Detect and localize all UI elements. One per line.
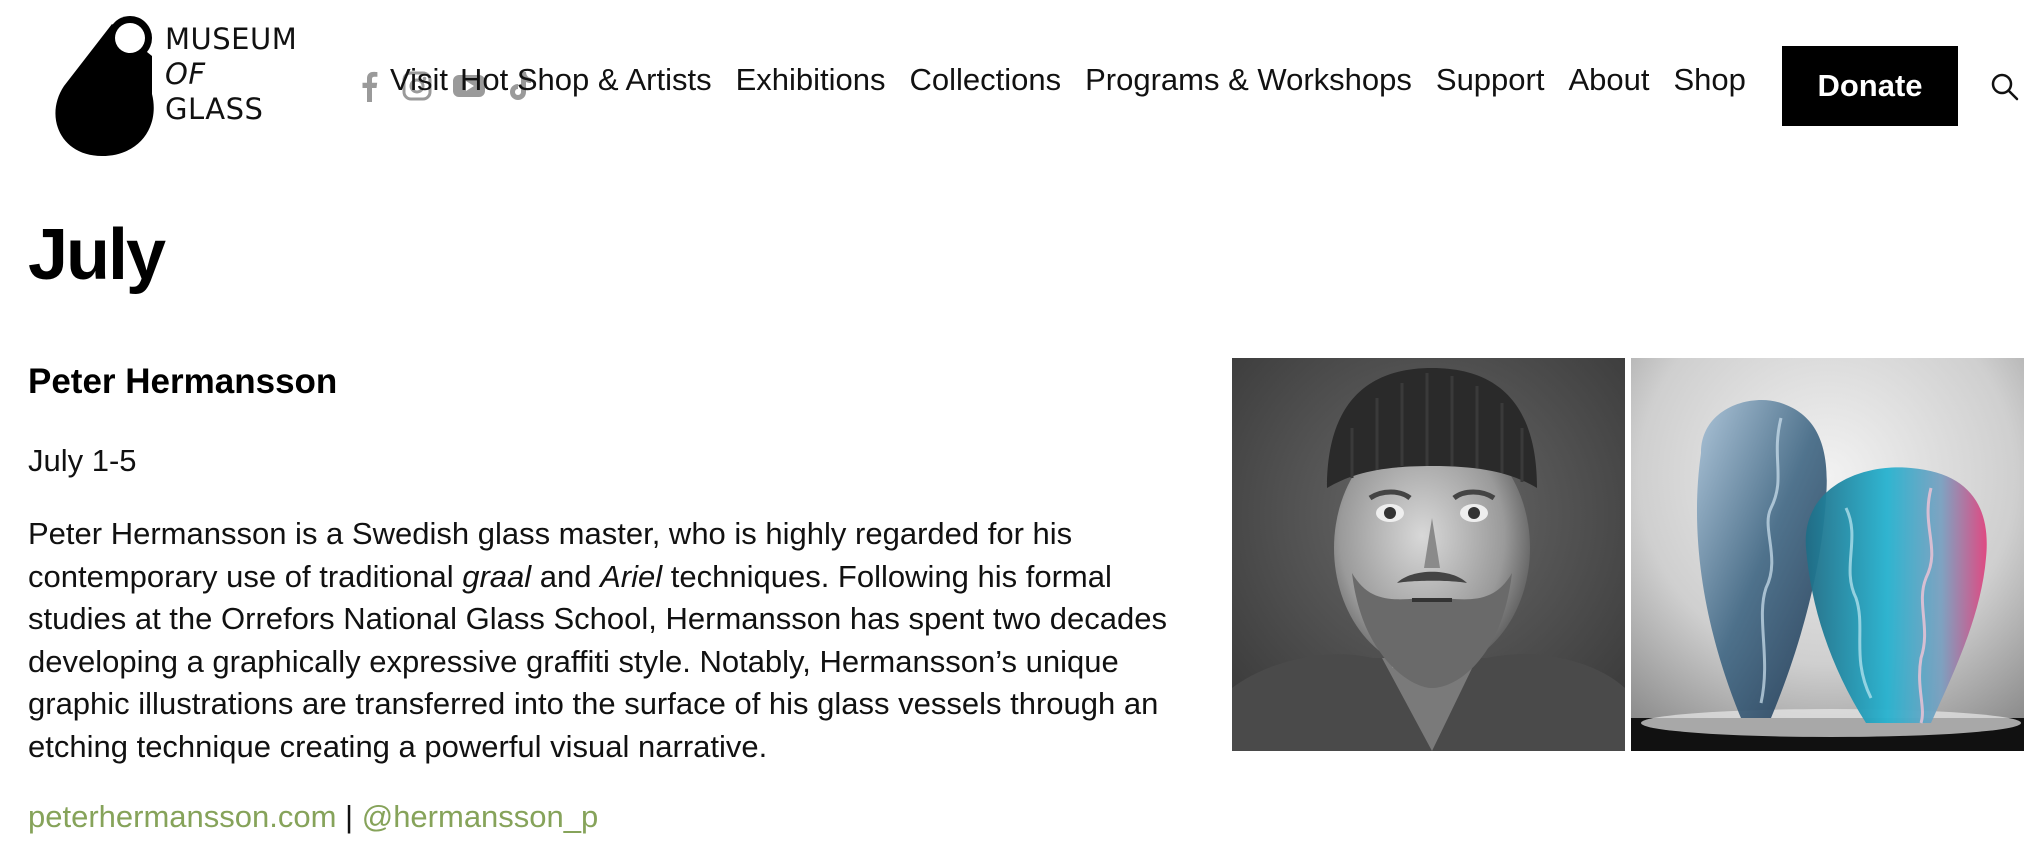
main-nav: Visit Hot Shop & Artists Exhibitions Col… xyxy=(390,62,1770,98)
nav-item-programs-workshops[interactable]: Programs & Workshops xyxy=(1085,62,1412,98)
page-title: July xyxy=(28,215,166,295)
nav-item-visit[interactable]: Visit xyxy=(390,62,448,98)
bio-text-2: and xyxy=(531,558,601,594)
artist-name: Peter Hermansson xyxy=(28,362,338,401)
nav-item-hot-shop-artists[interactable]: Hot Shop & Artists xyxy=(460,62,712,98)
artist-links: peterhermansson.com | @hermansson_p xyxy=(28,799,598,835)
nav-item-about[interactable]: About xyxy=(1568,62,1649,98)
site-header: MUSEUM OF GLASS Visit Hot Shop & Artists… xyxy=(0,0,2038,175)
logo-wordmark: MUSEUM OF GLASS xyxy=(165,22,297,127)
bio-term-ariel: Ariel xyxy=(600,558,663,594)
glass-artwork-image xyxy=(1631,358,2024,751)
link-separator: | xyxy=(336,799,362,834)
facebook-icon[interactable] xyxy=(352,66,386,106)
logo-line-glass: GLASS xyxy=(165,92,264,126)
glass-drop-logo-icon xyxy=(55,16,154,156)
donate-button[interactable]: Donate xyxy=(1782,46,1958,126)
logo-line-museum: MUSEUM xyxy=(165,22,298,56)
logo-line-of: OF xyxy=(165,57,206,91)
artist-bio: Peter Hermansson is a Swedish glass mast… xyxy=(28,513,1198,768)
nav-item-collections[interactable]: Collections xyxy=(910,62,1062,98)
nav-item-exhibitions[interactable]: Exhibitions xyxy=(736,62,886,98)
nav-item-support[interactable]: Support xyxy=(1436,62,1545,98)
artist-website-link[interactable]: peterhermansson.com xyxy=(28,799,336,834)
museum-logo[interactable]: MUSEUM OF GLASS xyxy=(52,16,297,158)
nav-item-shop[interactable]: Shop xyxy=(1673,62,1745,98)
bio-term-graal: graal xyxy=(462,558,532,594)
artist-portrait-image xyxy=(1232,358,1625,751)
artist-instagram-link[interactable]: @hermansson_p xyxy=(362,799,599,834)
search-icon[interactable] xyxy=(1990,72,2020,102)
residency-dates: July 1-5 xyxy=(28,443,137,478)
